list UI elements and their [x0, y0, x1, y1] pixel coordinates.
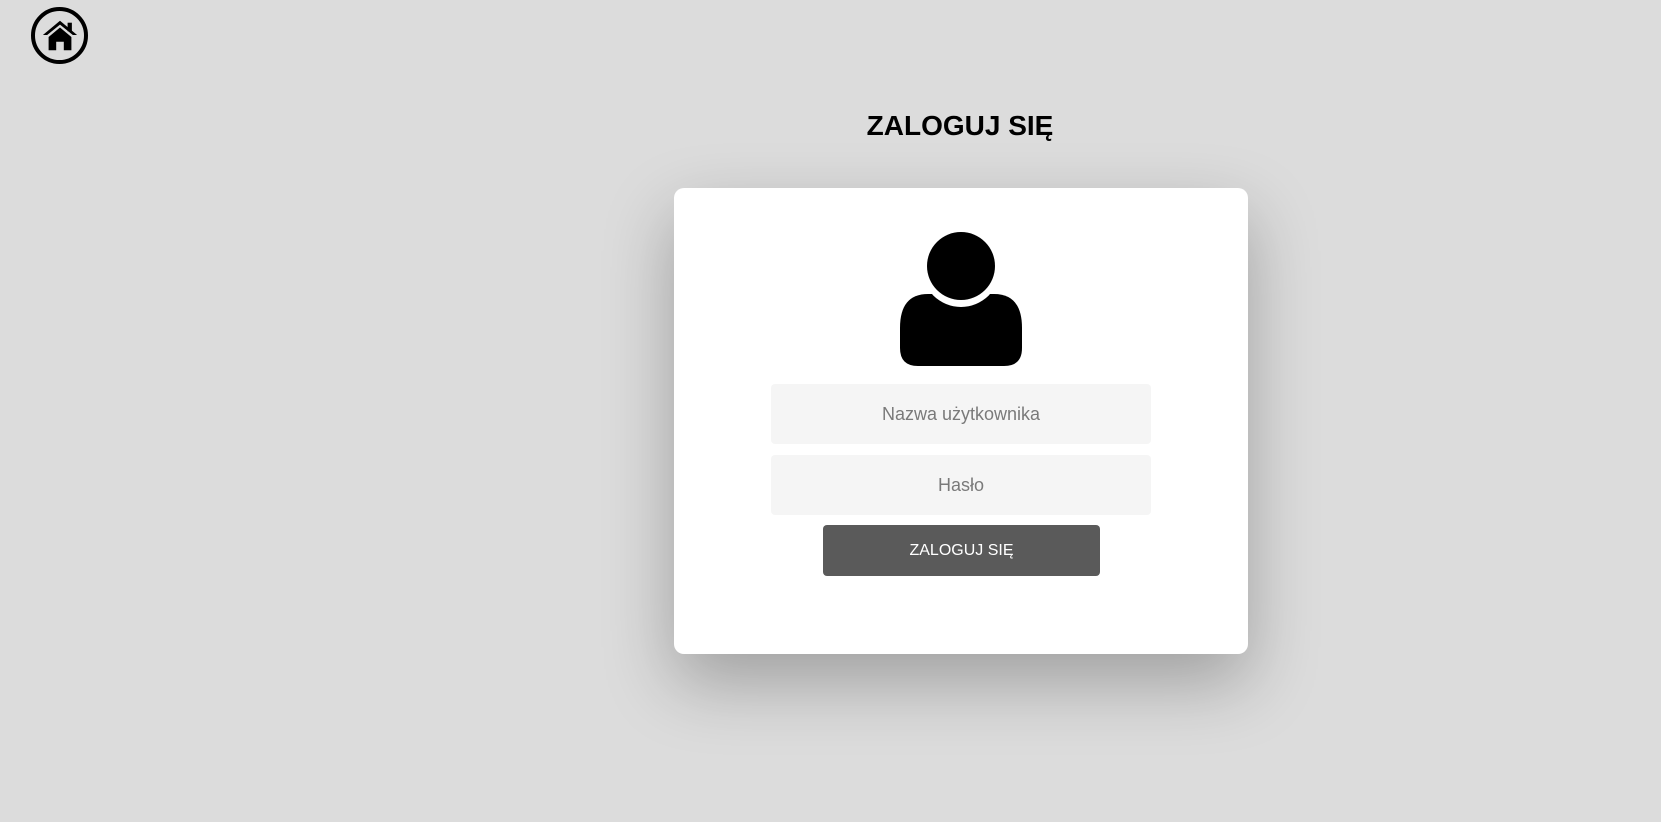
page-title: ZALOGUJ SIĘ: [866, 110, 1054, 141]
page-title-wrap: ZALOGUJ SIĘ: [760, 108, 1160, 144]
user-avatar-icon: [900, 232, 1022, 366]
username-input[interactable]: [771, 384, 1151, 444]
home-button[interactable]: [31, 7, 88, 64]
home-icon: [41, 17, 79, 55]
password-input[interactable]: [771, 455, 1151, 515]
login-card: ZALOGUJ SIĘ: [674, 188, 1248, 654]
login-button[interactable]: ZALOGUJ SIĘ: [823, 525, 1100, 576]
